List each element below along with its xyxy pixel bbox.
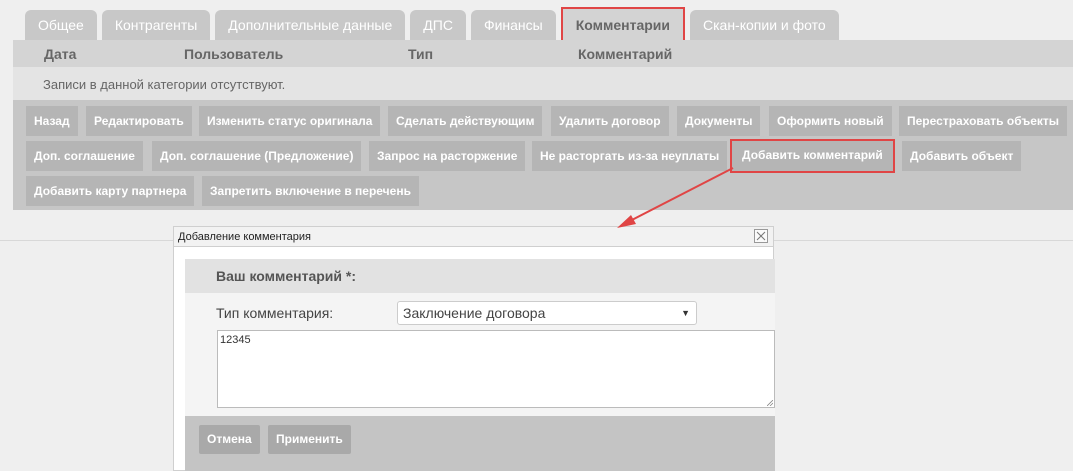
column-user[interactable]: Пользователь — [184, 46, 283, 62]
add-comment-button[interactable]: Добавить комментарий — [730, 139, 895, 173]
tab-scans-photos[interactable]: Скан-копии и фото — [690, 10, 839, 40]
comment-type-value: Заключение договора — [403, 305, 546, 321]
tab-additional-data[interactable]: Дополнительные данные — [215, 10, 406, 40]
add-object-button[interactable]: Добавить объект — [902, 141, 1022, 171]
do-not-terminate-button[interactable]: Не расторгать из-за неуплаты — [532, 141, 728, 171]
tab-bar: Общее Контрагенты Дополнительные данные … — [25, 7, 839, 42]
column-comment[interactable]: Комментарий — [578, 46, 672, 62]
add-comment-dialog: Добавление комментария Ваш комментарий *… — [173, 226, 775, 471]
dialog-title: Добавление комментария — [174, 227, 773, 247]
add-partner-card-button[interactable]: Добавить карту партнера — [26, 176, 195, 206]
comment-text: 12345 — [220, 334, 251, 346]
comment-type-label: Тип комментария: — [216, 305, 334, 321]
make-active-button[interactable]: Сделать действующим — [388, 106, 543, 136]
supplementary-agreement-button[interactable]: Доп. соглашение — [26, 141, 143, 171]
chevron-down-icon: ▼ — [681, 308, 690, 318]
comment-type-select[interactable]: Заключение договора ▼ — [397, 301, 697, 325]
empty-message: Записи в данной категории отсутствуют. — [13, 67, 1073, 100]
edit-button[interactable]: Редактировать — [86, 106, 192, 136]
comment-textarea[interactable]: 12345 — [217, 330, 775, 408]
back-button[interactable]: Назад — [26, 106, 78, 136]
tab-dps[interactable]: ДПС — [410, 10, 466, 40]
close-icon[interactable] — [754, 229, 768, 243]
create-new-button[interactable]: Оформить новый — [769, 106, 892, 136]
apply-button[interactable]: Применить — [268, 425, 351, 454]
change-original-status-button[interactable]: Изменить статус оригинала — [199, 106, 381, 136]
section-title: Ваш комментарий *: — [185, 259, 775, 293]
comments-panel: Дата Пользователь Тип Комментарий Записи… — [13, 40, 1073, 210]
termination-request-button[interactable]: Запрос на расторжение — [369, 141, 526, 171]
tab-comments[interactable]: Комментарии — [560, 7, 685, 42]
dialog-body: Ваш комментарий *: Тип комментария: Закл… — [185, 259, 775, 471]
reinsure-objects-button[interactable]: Перестраховать объекты — [899, 106, 1068, 136]
dialog-footer: Отмена Применить — [185, 416, 775, 471]
resize-grip-icon[interactable] — [767, 400, 773, 406]
documents-button[interactable]: Документы — [677, 106, 761, 136]
supplementary-agreement-proposal-button[interactable]: Доп. соглашение (Предложение) — [152, 141, 362, 171]
delete-contract-button[interactable]: Удалить договор — [551, 106, 669, 136]
tab-general[interactable]: Общее — [25, 10, 97, 40]
column-date[interactable]: Дата — [44, 46, 76, 62]
prohibit-inclusion-button[interactable]: Запретить включение в перечень — [202, 176, 419, 206]
grid-header: Дата Пользователь Тип Комментарий — [13, 40, 1073, 67]
cancel-button[interactable]: Отмена — [199, 425, 260, 454]
tab-counterparties[interactable]: Контрагенты — [101, 10, 211, 40]
tab-finance[interactable]: Финансы — [470, 10, 556, 40]
column-type[interactable]: Тип — [408, 46, 433, 62]
